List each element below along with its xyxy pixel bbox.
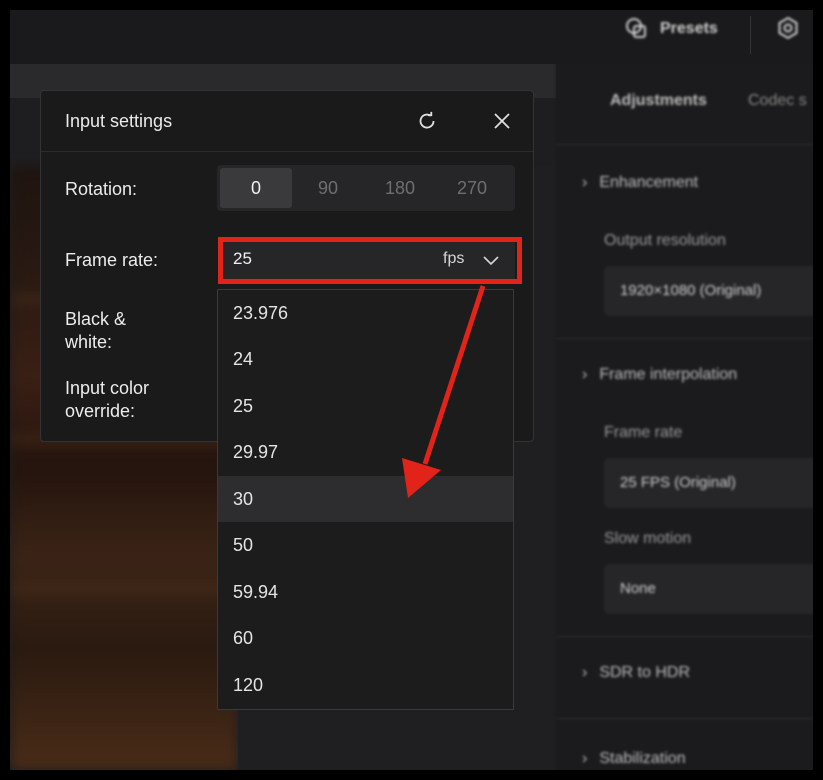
- app-window: Presets Adjustments Codec s › Enhancemen…: [10, 10, 813, 770]
- toolbar-divider: [750, 16, 751, 54]
- rotation-label: Rotation:: [65, 179, 138, 199]
- frame-rate-label: Frame rate:: [65, 250, 159, 270]
- presets-button[interactable]: Presets: [624, 14, 718, 44]
- right-settings-panel: Adjustments Codec s › Enhancement Output…: [556, 64, 813, 770]
- section-frame-interpolation[interactable]: › Frame interpolation: [582, 366, 737, 384]
- frame-rate-label: Frame rate: [604, 424, 683, 441]
- chevron-down-icon: [483, 256, 499, 266]
- section-stabilization[interactable]: › Stabilization: [582, 750, 686, 768]
- refresh-icon[interactable]: [417, 111, 437, 131]
- frame-rate-dropdown: 23.976 24 25 29.97 30 50 59.94 60 120: [217, 289, 514, 710]
- frame-rate-select[interactable]: 25 FPS (Original): [604, 458, 813, 508]
- slow-motion-select[interactable]: None: [604, 564, 813, 614]
- tab-adjustments[interactable]: Adjustments: [610, 92, 707, 110]
- rotation-segmented-control: 0 90 180 270: [217, 165, 515, 211]
- slow-motion-label: Slow motion: [604, 530, 692, 547]
- frame-rate-option[interactable]: 25: [218, 383, 513, 429]
- frame-rate-value: 25: [233, 249, 252, 268]
- output-resolution-label: Output resolution: [604, 232, 726, 249]
- close-icon[interactable]: [492, 111, 512, 131]
- tab-codec[interactable]: Codec s: [748, 92, 807, 110]
- dialog-divider: [41, 151, 533, 152]
- gear-icon[interactable]: [776, 16, 800, 40]
- frame-rate-option[interactable]: 59.94: [218, 569, 513, 615]
- rotation-option-180[interactable]: 180: [364, 168, 436, 208]
- chevron-right-icon: ›: [582, 750, 588, 767]
- frame-rate-option[interactable]: 29.97: [218, 429, 513, 475]
- frame-rate-unit: fps: [443, 250, 465, 267]
- frame-rate-option[interactable]: 24: [218, 336, 513, 382]
- frame-rate-option-hovered[interactable]: 30: [218, 476, 513, 522]
- chevron-right-icon: ›: [582, 366, 588, 383]
- output-resolution-select[interactable]: 1920×1080 (Original): [604, 266, 813, 316]
- section-enhancement[interactable]: › Enhancement: [582, 174, 698, 192]
- chevron-right-icon: ›: [582, 174, 588, 191]
- top-bar: Presets: [10, 10, 813, 64]
- frame-rate-option[interactable]: 60: [218, 615, 513, 661]
- rotation-option-90[interactable]: 90: [292, 168, 364, 208]
- rotation-option-270[interactable]: 270: [436, 168, 508, 208]
- frame-rate-option[interactable]: 50: [218, 522, 513, 568]
- frame-rate-option[interactable]: 23.976: [218, 290, 513, 336]
- section-sdr-to-hdr[interactable]: › SDR to HDR: [582, 664, 690, 682]
- frame-rate-select[interactable]: 25 fps: [219, 238, 515, 282]
- presets-icon: [626, 18, 646, 38]
- presets-label: Presets: [660, 20, 718, 37]
- chevron-right-icon: ›: [582, 664, 588, 681]
- black-white-label: Black & white:: [65, 309, 127, 352]
- frame-rate-option[interactable]: 120: [218, 662, 513, 708]
- rotation-option-0[interactable]: 0: [220, 168, 292, 208]
- dialog-title: Input settings: [65, 111, 173, 131]
- input-color-override-label: Input color override:: [65, 378, 150, 421]
